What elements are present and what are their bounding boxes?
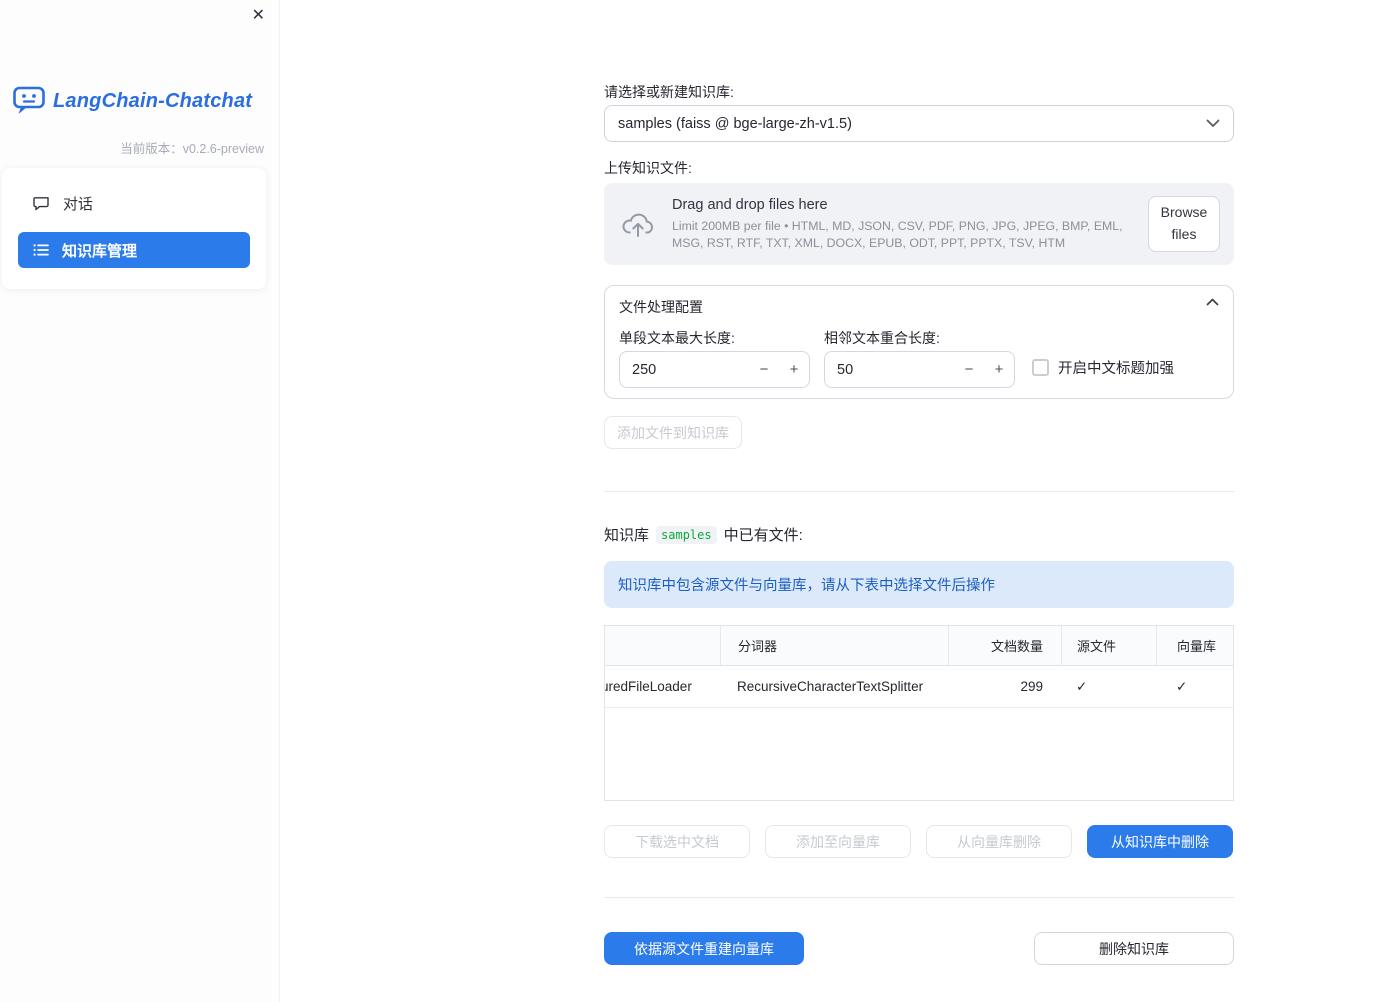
zh-title-enhance-checkbox[interactable]: 开启中文标题加强 — [1032, 357, 1174, 378]
delete-kb-button[interactable]: 删除知识库 — [1034, 932, 1234, 965]
kb-select-value: samples (faiss @ bge-large-zh-v1.5) — [618, 115, 852, 132]
sidebar-item-chat[interactable]: 对话 — [18, 185, 250, 221]
col-vector-header[interactable]: 向量库 — [1156, 626, 1233, 665]
browse-files-button[interactable]: Browse files — [1148, 196, 1220, 252]
zh-title-enhance-label: 开启中文标题加强 — [1058, 361, 1174, 377]
main-content: 请选择或新建知识库: samples (faiss @ bge-large-zh… — [280, 0, 1380, 1002]
app-window: ✕ LangChain-Chatchat 当前版本：v0.2.6-preview — [0, 0, 1380, 1002]
kb-files-table[interactable]: 分词器 文档数量 源文件 向量库 uredFileLoader Recursiv… — [604, 625, 1234, 801]
delete-from-vector-store-button[interactable]: 从向量库删除 — [926, 825, 1072, 858]
table-header-row: 分词器 文档数量 源文件 向量库 — [605, 626, 1233, 666]
sidebar-item-label: 知识库管理 — [62, 242, 138, 260]
download-selected-button[interactable]: 下载选中文档 — [604, 825, 750, 858]
overlap-value: 50 — [837, 361, 854, 378]
max-length-plus-button[interactable]: + — [779, 352, 809, 387]
sidebar-item-knowledge-base[interactable]: 知识库管理 — [18, 232, 250, 268]
list-icon — [33, 243, 49, 257]
max-length-label: 单段文本最大长度: — [619, 330, 735, 346]
add-files-to-kb-button[interactable]: 添加文件到知识库 — [604, 416, 742, 449]
dropzone-limit: Limit 200MB per file • HTML, MD, JSON, C… — [672, 218, 1123, 250]
file-config-title[interactable]: 文件处理配置 — [619, 297, 703, 317]
file-action-buttons: 下载选中文档 添加至向量库 从向量库删除 从知识库中删除 — [604, 825, 1234, 858]
logo: LangChain-Chatchat — [13, 86, 252, 116]
chevron-up-icon[interactable] — [1206, 298, 1219, 306]
dropzone-title: Drag and drop files here — [672, 196, 828, 213]
sidebar: ✕ LangChain-Chatchat 当前版本：v0.2.6-preview — [0, 0, 280, 1002]
cloud-upload-icon — [620, 209, 656, 239]
col-loader-header[interactable] — [605, 626, 720, 665]
kb-line-suffix: 中已有文件: — [723, 527, 803, 544]
cell-doc-count: 299 — [1020, 679, 1043, 694]
app-title: LangChain-Chatchat — [53, 89, 253, 112]
info-banner: 知识库中包含源文件与向量库，请从下表中选择文件后操作 — [604, 561, 1234, 608]
info-text: 知识库中包含源文件与向量库，请从下表中选择文件后操作 — [618, 578, 995, 594]
file-dropzone[interactable]: Drag and drop files here Limit 200MB per… — [604, 183, 1234, 265]
cell-loader: uredFileLoader — [605, 679, 692, 694]
max-length-input[interactable]: 250 − + — [619, 351, 810, 388]
overlap-minus-button[interactable]: − — [954, 352, 984, 387]
cell-source-check: ✓ — [1076, 678, 1088, 694]
version-label: 当前版本：v0.2.6-preview — [120, 142, 264, 156]
col-splitter-header[interactable]: 分词器 — [720, 626, 948, 665]
table-row[interactable]: uredFileLoader RecursiveCharacterTextSpl… — [605, 666, 1233, 708]
chevron-down-icon — [1206, 119, 1220, 128]
file-config-expander: 文件处理配置 单段文本最大长度: 相邻文本重合长度: 250 − + 50 − … — [604, 285, 1234, 399]
col-source-header[interactable]: 源文件 — [1061, 626, 1156, 665]
kb-files-heading: 知识库 samples 中已有文件: — [604, 524, 803, 545]
max-length-minus-button[interactable]: − — [749, 352, 779, 387]
overlap-input[interactable]: 50 − + — [824, 351, 1015, 388]
sidebar-close-icon[interactable]: ✕ — [252, 8, 265, 24]
chat-bubble-icon — [33, 195, 50, 211]
sidebar-item-label: 对话 — [63, 195, 94, 213]
sidebar-nav: 对话 知识库管理 — [2, 168, 266, 289]
delete-from-kb-button[interactable]: 从知识库中删除 — [1087, 825, 1233, 858]
kb-line-prefix: 知识库 — [604, 527, 650, 544]
upload-label: 上传知识文件: — [604, 160, 692, 176]
divider — [604, 491, 1234, 492]
kb-name-code: samples — [656, 525, 717, 544]
cell-vector-check: ✓ — [1176, 678, 1188, 694]
checkbox-icon[interactable] — [1032, 359, 1049, 376]
rebuild-vector-store-button[interactable]: 依据源文件重建向量库 — [604, 932, 804, 965]
kb-select[interactable]: samples (faiss @ bge-large-zh-v1.5) — [604, 105, 1234, 142]
cell-splitter: RecursiveCharacterTextSplitter — [737, 679, 924, 694]
max-length-value: 250 — [632, 361, 657, 378]
dropzone-text: Drag and drop files here Limit 200MB per… — [672, 197, 1132, 251]
kb-select-label: 请选择或新建知识库: — [604, 84, 734, 100]
logo-icon — [13, 86, 45, 116]
overlap-plus-button[interactable]: + — [984, 352, 1014, 387]
col-doc-count-header[interactable]: 文档数量 — [948, 626, 1061, 665]
divider — [604, 897, 1234, 898]
overlap-label: 相邻文本重合长度: — [824, 330, 940, 346]
add-to-vector-store-button[interactable]: 添加至向量库 — [765, 825, 911, 858]
